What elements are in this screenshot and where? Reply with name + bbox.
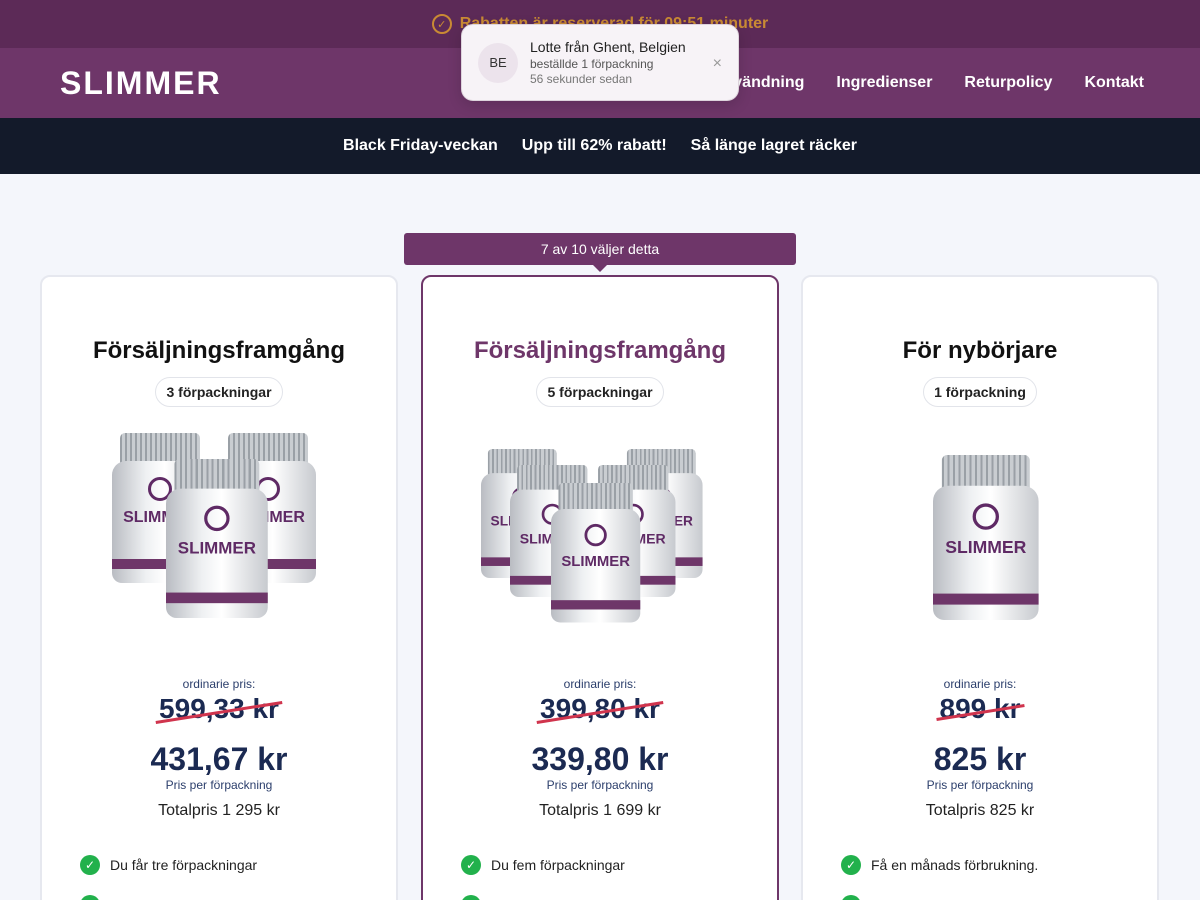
package-count-pill: 5 förpackningar (536, 377, 664, 407)
nav-menu: Användning Ingredienser Returpolicy Kont… (712, 74, 1144, 92)
check-icon: ✓ (80, 855, 100, 875)
feature-list: ✓ Få en månads förbrukning. ✓ (841, 854, 1157, 900)
per-unit-label: Pris per förpackning (926, 778, 1034, 792)
nav-item-contact[interactable]: Kontakt (1084, 74, 1144, 92)
nav-item-return-policy[interactable]: Returpolicy (964, 74, 1052, 92)
notification-action: beställde 1 förpackning (530, 57, 654, 71)
country-badge: BE (478, 42, 518, 83)
feature-list: ✓ Du får tre förpackningar ✓ (80, 854, 396, 900)
old-price: 599,33 kr (159, 693, 279, 724)
per-unit-label: Pris per förpackning (546, 778, 654, 792)
promo-bar: Black Friday-veckan Upp till 62% rabatt!… (0, 118, 1200, 174)
regular-price-label: ordinarie pris: (182, 677, 256, 691)
product-image: SLIMMER (803, 425, 1157, 677)
pricing-card-1-pack[interactable]: För nybörjare 1 förpackning SLIMMER ordi… (801, 275, 1159, 900)
new-price: 431,67 kr (150, 741, 288, 777)
product-image: SLIMMER SLIMMER SLIMMER (42, 425, 396, 677)
feature-text: Du fem förpackningar (491, 857, 625, 873)
total-price: Totalpris 1 295 kr (158, 802, 280, 819)
new-price: 339,80 kr (531, 741, 669, 777)
logo[interactable]: SLIMMER (60, 65, 222, 102)
old-price: 899 kr (939, 693, 1021, 724)
list-item: ✓ Du får tre förpackningar (80, 854, 396, 876)
feature-text: Du får tre förpackningar (110, 857, 258, 873)
feature-text: Få en månads förbrukning. (871, 857, 1039, 873)
product-bottle: SLIMMER (166, 459, 268, 618)
product-bottle: SLIMMER (933, 455, 1039, 620)
check-icon: ✓ (80, 895, 100, 900)
product-bottle: SLIMMER (551, 483, 641, 623)
list-item: ✓ (80, 894, 396, 900)
total-price: Totalpris 825 kr (925, 802, 1035, 819)
most-popular-banner: 7 av 10 väljer detta (404, 233, 796, 272)
per-unit-label: Pris per förpackning (165, 778, 273, 792)
check-icon: ✓ (461, 855, 481, 875)
promo-text: Så länge lagret räcker (690, 137, 857, 154)
card-title: För nybörjare (902, 337, 1058, 364)
notification-body: Lotte från Ghent, Belgien beställde 1 fö… (530, 39, 686, 86)
promo-text: Black Friday-veckan (343, 137, 498, 154)
list-item: ✓ Få en månads förbrukning. (841, 854, 1157, 876)
promo-text: Upp till 62% rabatt! (521, 137, 667, 154)
list-item: ✓ (841, 894, 1157, 900)
list-item: ✓ (461, 894, 777, 900)
total-price: Totalpris 1 699 kr (539, 802, 661, 819)
notification-customer: Lotte från Ghent, Belgien (530, 39, 686, 55)
pricing-card-3-packs[interactable]: Försäljningsframgång 3 förpackningar SLI… (40, 275, 398, 900)
pricing-card-5-packs[interactable]: Försäljningsframgång 5 förpackningar SLI… (421, 275, 779, 900)
purchase-notification: BE Lotte från Ghent, Belgien beställde 1… (461, 24, 739, 101)
new-price: 825 kr (933, 741, 1027, 777)
notification-time: 56 sekunder sedan (530, 72, 633, 86)
card-title: Försäljningsframgång (92, 337, 346, 364)
regular-price-label: ordinarie pris: (563, 677, 637, 691)
package-count-pill: 1 förpackning (923, 377, 1037, 407)
regular-price-label: ordinarie pris: (943, 677, 1017, 691)
discount-badge-icon: ✓ (431, 14, 452, 34)
check-icon: ✓ (841, 895, 861, 900)
nav-item-ingredients[interactable]: Ingredienser (836, 74, 932, 92)
card-title: Försäljningsframgång (473, 337, 727, 364)
package-count-pill: 3 förpackningar (155, 377, 283, 407)
product-image: SLIMMERSLIMMERSLIMMERSLIMMERSLIMMER (423, 425, 777, 677)
check-icon: ✓ (841, 855, 861, 875)
check-icon: ✓ (461, 895, 481, 900)
list-item: ✓ Du fem förpackningar (461, 854, 777, 876)
close-icon[interactable]: × (713, 55, 722, 73)
old-price: 399,80 kr (540, 693, 660, 724)
feature-list: ✓ Du fem förpackningar ✓ (461, 854, 777, 900)
